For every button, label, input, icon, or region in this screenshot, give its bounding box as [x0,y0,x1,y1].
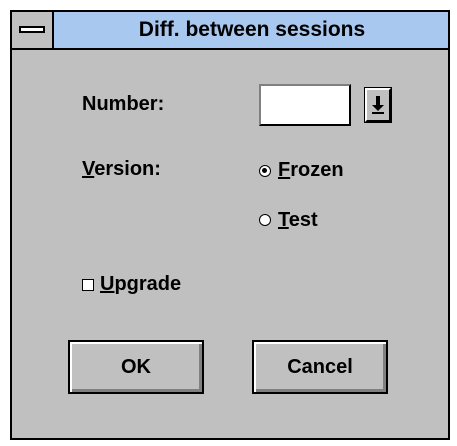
version-label: Version: [82,158,161,180]
radio-test-label[interactable]: Test [278,209,318,232]
radio-test[interactable] [259,214,271,226]
window-title: Diff. between sessions [138,18,366,41]
number-label: Number: [82,93,165,115]
number-input[interactable] [259,84,351,126]
radio-frozen-label[interactable]: Frozen [278,159,344,182]
system-menu-icon [19,26,45,33]
number-dropdown-button[interactable] [364,87,392,123]
title-bar[interactable]: Diff. between sessions [12,12,448,50]
dialog-window: Diff. between sessions Number: Version: … [10,10,450,440]
upgrade-label[interactable]: Upgrade [100,273,181,296]
system-menu-button[interactable] [12,12,54,48]
ok-button[interactable]: OK [68,340,204,394]
upgrade-checkbox[interactable] [82,279,94,291]
radio-frozen[interactable] [259,165,271,177]
dropdown-arrow-icon [372,96,384,114]
cancel-button[interactable]: Cancel [252,340,388,394]
